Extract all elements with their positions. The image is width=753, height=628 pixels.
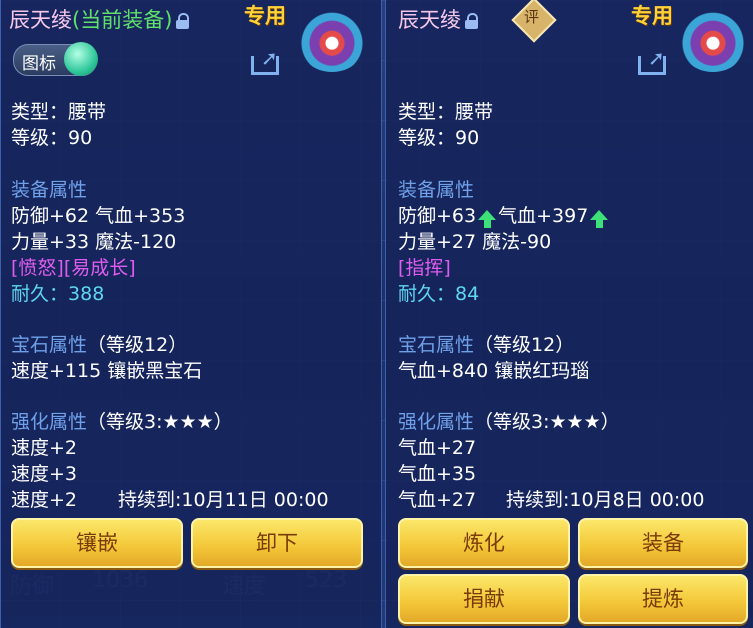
equipped-item-tooltip: 辰天绫(当前装备) 专用 ➚ 图标 类型：腰带 等级：90 装备属性 防御+62… — [0, 0, 382, 628]
durability-label: 耐久： — [398, 283, 456, 305]
enhance-line-3: 速度+2 — [11, 489, 78, 511]
refine-button[interactable]: 炼化 — [398, 518, 570, 568]
item-type: 类型：腰带 — [398, 101, 494, 123]
enhance-attr-header: 强化属性（等级3:★★★） — [11, 407, 233, 434]
equip-attr-line2: 力量+27 魔法-90 — [398, 231, 552, 253]
equip-button[interactable]: 装备 — [578, 518, 748, 568]
item-type: 类型：腰带 — [11, 101, 107, 123]
exclusive-tag: 专用 — [244, 4, 286, 28]
lock-icon — [465, 13, 478, 29]
donate-button[interactable]: 捐献 — [398, 574, 570, 624]
enhance-line-1: 气血+27 — [398, 437, 477, 459]
increase-arrow-stem — [596, 219, 604, 228]
durability: 耐久：388 — [11, 279, 104, 306]
equip-attr-line2: 力量+33 魔法-120 — [11, 231, 177, 253]
enhance-line-2: 气血+35 — [398, 463, 477, 485]
gem-header-label: 宝石属性 — [398, 334, 475, 356]
hp-value: 气血+397 — [498, 205, 589, 227]
equip-attr-line1: 防御+63 气血+397 — [398, 201, 610, 228]
durability-value: 388 — [68, 283, 105, 305]
rating-badge-label: 评 — [524, 8, 540, 26]
item-title: 辰天绫 — [398, 4, 478, 34]
current-equipped-label: (当前装备) — [72, 8, 173, 32]
special-effects: [指挥] — [398, 257, 451, 279]
gem-level: （等级12） — [474, 334, 575, 356]
item-emblem-icon — [678, 8, 748, 72]
enhance-duration: 持续到:10月8日 00:00 — [506, 489, 705, 511]
durability-value: 84 — [455, 283, 480, 305]
equip-attr-header: 装备属性 — [11, 179, 88, 201]
item-name: 辰天绫 — [398, 8, 461, 32]
equip-attr-header: 装备属性 — [398, 179, 475, 201]
icon-toggle[interactable]: 图标 — [13, 42, 98, 76]
enhance-line-3: 气血+27 — [398, 489, 477, 511]
item-emblem-icon — [297, 8, 367, 72]
share-icon[interactable]: ➚ — [638, 48, 668, 75]
toggle-label: 图标 — [22, 54, 56, 74]
enhance-line-1: 速度+2 — [11, 437, 78, 459]
enhance-level: （等级3:★★★） — [87, 411, 233, 433]
defense-value: 防御+63 — [398, 205, 477, 227]
special-effects: [愤怒][易成长] — [11, 257, 136, 279]
enhance-header-label: 强化属性 — [398, 411, 475, 433]
extract-button[interactable]: 提炼 — [578, 574, 748, 624]
unequip-button[interactable]: 卸下 — [191, 518, 363, 568]
gem-attr-header: 宝石属性（等级12） — [11, 330, 187, 357]
enhance-duration: 持续到:10月11日 00:00 — [118, 489, 329, 511]
equip-attr-line1: 防御+62 气血+353 — [11, 205, 186, 227]
inlay-button[interactable]: 镶嵌 — [11, 518, 183, 568]
compare-item-tooltip: 辰天绫 评 专用 ➚ 类型：腰带 等级：90 装备属性 防御+63 气血+397 … — [385, 0, 753, 628]
item-level: 等级：90 — [11, 127, 93, 149]
item-level: 等级：90 — [398, 127, 480, 149]
share-icon[interactable]: ➚ — [251, 48, 281, 75]
exclusive-tag: 专用 — [631, 4, 673, 28]
gem-attr-line: 气血+840 镶嵌红玛瑙 — [398, 360, 590, 382]
gem-header-label: 宝石属性 — [11, 334, 88, 356]
toggle-knob — [64, 42, 98, 76]
enhance-header-label: 强化属性 — [11, 411, 88, 433]
durability-label: 耐久： — [11, 283, 69, 305]
enhance-attr-header: 强化属性（等级3:★★★） — [398, 407, 620, 434]
durability: 耐久：84 — [398, 279, 479, 306]
gem-level: （等级12） — [87, 334, 188, 356]
gem-attr-header: 宝石属性（等级12） — [398, 330, 574, 357]
enhance-line-2: 速度+3 — [11, 463, 78, 485]
item-name: 辰天绫 — [9, 8, 72, 32]
lock-icon — [176, 13, 190, 29]
enhance-level: （等级3:★★★） — [474, 411, 620, 433]
item-title: 辰天绫(当前装备) — [9, 4, 190, 34]
gem-attr-line: 速度+115 镶嵌黑宝石 — [11, 360, 203, 382]
